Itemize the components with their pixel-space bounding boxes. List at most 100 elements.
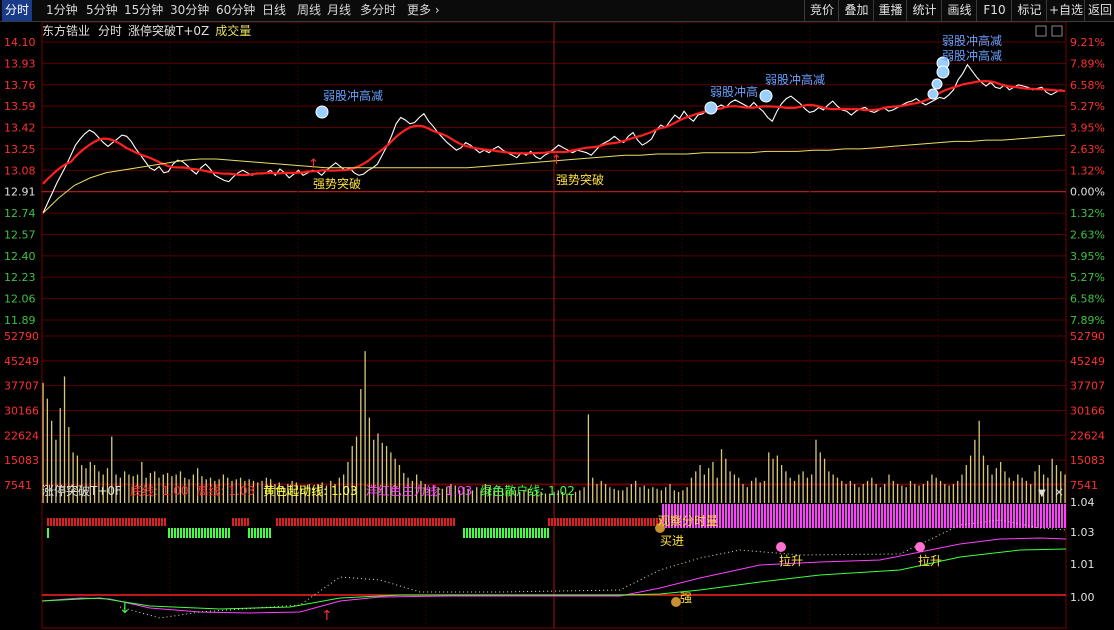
close-icon[interactable]: × [1054, 485, 1064, 499]
signal-bar [378, 518, 380, 526]
signal-bar [773, 504, 775, 528]
signal-bar [502, 528, 504, 538]
signal-bar [387, 518, 389, 526]
signal-bar [529, 528, 531, 538]
signal-bar [520, 528, 522, 538]
signal-bar [423, 518, 425, 526]
volume-tick-right: 37707 [1070, 380, 1105, 393]
signal-bar [1049, 504, 1051, 528]
signal-bar [119, 518, 121, 526]
signal-bar [327, 518, 329, 526]
period-tab-8[interactable]: 月线 [327, 0, 351, 21]
signal-bar [1010, 504, 1012, 528]
toolbar-button-1[interactable]: 叠加 [838, 0, 874, 21]
toolbar-button-2[interactable]: 重播 [873, 0, 907, 21]
volume-bar [961, 474, 963, 503]
toolbar-button-6[interactable]: 标记 [1011, 0, 1047, 21]
signal-bar [977, 504, 979, 528]
signal-bar [767, 504, 769, 528]
signal-bar [195, 528, 197, 538]
volume-bar [686, 487, 688, 503]
signal-bar [204, 528, 206, 538]
volume-bar [364, 351, 366, 503]
signal-bar [244, 518, 246, 526]
period-tab-5[interactable]: 60分钟 [216, 0, 255, 21]
volume-bar [665, 487, 667, 503]
signal-bar [848, 504, 850, 528]
toolbar-button-4[interactable]: 画线 [941, 0, 977, 21]
signal-bar [617, 518, 619, 526]
signal-bar [526, 528, 528, 538]
signal-bar [107, 518, 109, 526]
signal-bar [104, 518, 106, 526]
signal-bar [614, 518, 616, 526]
signal-bar [201, 528, 203, 538]
volume-bar [617, 490, 620, 503]
settings-icon[interactable] [1035, 25, 1047, 37]
volume-bar [1012, 480, 1015, 503]
period-tab-9[interactable]: 多分时 [360, 0, 396, 21]
signal-bar [596, 518, 598, 526]
signal-bar [238, 518, 240, 526]
signal-bar [839, 504, 841, 528]
period-tab-0[interactable]: 分时 [2, 0, 33, 21]
signal-bar [496, 528, 498, 538]
signal-bar [411, 518, 413, 526]
volume-bar [652, 487, 654, 503]
signal-bar [83, 518, 85, 526]
indicator-tick: 1.03 [1070, 526, 1095, 539]
period-tab-10[interactable]: 更多 › [407, 0, 440, 21]
period-tab-1[interactable]: 1分钟 [46, 0, 78, 21]
price-tick-right: 2.63% [1070, 143, 1105, 156]
signal-bar [333, 518, 335, 526]
price-tick-left: 12.91 [4, 186, 36, 199]
period-tab-7[interactable]: 周线 [297, 0, 321, 21]
signal-bar [590, 518, 592, 526]
signal-bar [653, 518, 655, 526]
signal-bar [186, 528, 188, 538]
strong-signal-label: 强势突破 [313, 176, 361, 191]
signal-bar [605, 518, 607, 526]
signal-bar [821, 504, 823, 528]
period-tab-3[interactable]: 15分钟 [124, 0, 163, 21]
signal-bar [235, 518, 237, 526]
indicator-tick: 1.01 [1070, 558, 1095, 571]
volume-tick-right: 15083 [1070, 454, 1105, 467]
volume-bar [858, 487, 860, 503]
collapse-icon[interactable]: ▼ [1038, 488, 1046, 499]
toolbar-button-5[interactable]: F10 [976, 0, 1012, 21]
period-tab-6[interactable]: 日线 [262, 0, 286, 21]
signal-bar [487, 528, 489, 538]
signal-bar [232, 518, 234, 526]
toolbar-button-8[interactable]: 返回 [1084, 0, 1114, 21]
toolbar-button-7[interactable]: +自选 [1046, 0, 1085, 21]
period-tab-4[interactable]: 30分钟 [170, 0, 209, 21]
toolbar-button-0[interactable]: 竞价 [804, 0, 839, 21]
volume-bar [643, 485, 645, 503]
weak-signal-icon [759, 89, 773, 103]
volume-bar [476, 487, 478, 503]
volume-bar [660, 490, 663, 503]
signal-bar [321, 518, 323, 526]
price-tick-left: 11.89 [4, 314, 36, 327]
signal-bar [161, 518, 163, 526]
price-tick-right: 2.63% [1070, 228, 1105, 241]
signal-bar [1046, 504, 1048, 528]
price-tick-right: 5.27% [1070, 100, 1105, 113]
volume-bar [948, 485, 950, 503]
signal-bar [641, 518, 643, 526]
signal-bar [210, 528, 212, 538]
signal-bar [342, 518, 344, 526]
volume-bar [720, 449, 723, 503]
volume-bar [905, 487, 907, 503]
toolbar-button-3[interactable]: 统计 [906, 0, 942, 21]
maximize-icon[interactable] [1051, 25, 1063, 37]
volume-bar [991, 474, 993, 503]
volume-bar [944, 484, 946, 503]
signal-bar [638, 518, 640, 526]
volume-tick-right: 22624 [1070, 429, 1105, 442]
up-arrow-icon: ↑ [321, 608, 333, 624]
volume-tick-left: 30166 [4, 405, 39, 418]
period-tab-2[interactable]: 5分钟 [86, 0, 118, 21]
signal-bar [629, 518, 631, 526]
